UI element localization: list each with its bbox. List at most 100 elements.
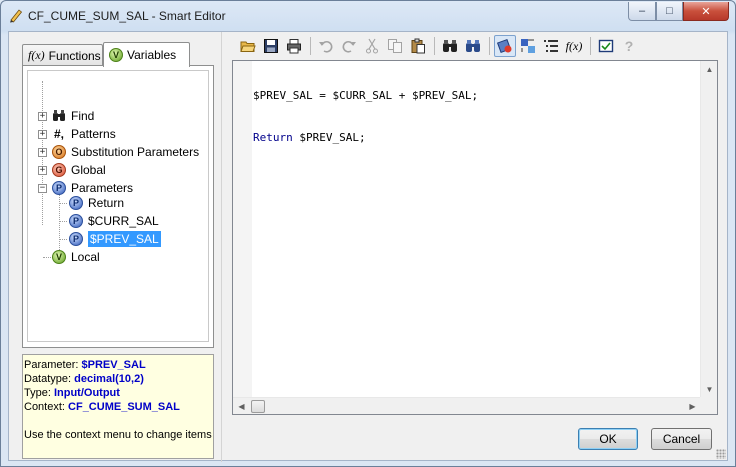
tree-item-label: Parameters [71, 181, 134, 195]
close-button[interactable]: ✕ [683, 2, 729, 21]
scroll-right-icon[interactable]: ▶ [684, 398, 701, 415]
undo-icon[interactable] [315, 35, 337, 57]
window-title: CF_CUME_SUM_SAL - Smart Editor [28, 9, 226, 23]
function-wizard-icon[interactable]: f(x) [563, 35, 585, 57]
substitution-parameter-icon: O [52, 145, 66, 159]
parameter-icon: P [69, 214, 83, 228]
open-icon[interactable] [237, 35, 259, 57]
global-variable-icon: G [52, 163, 66, 177]
tree-item-prev-sal[interactable]: P $PREV_SAL [69, 230, 161, 248]
save-icon[interactable] [260, 35, 282, 57]
tree-item-patterns[interactable]: + #, Patterns [38, 125, 116, 143]
vertical-scrollbar[interactable]: ▲ ▼ [700, 61, 717, 398]
parameter-icon: P [52, 181, 66, 195]
code-line-text: $PREV_SAL; [292, 131, 366, 144]
smart-editor-window: CF_CUME_SUM_SAL - Smart Editor ‒ □ ✕ f(x… [0, 0, 736, 467]
info-value: $PREV_SAL [81, 359, 146, 371]
info-type: Type: Input/Output [24, 386, 212, 400]
tab-functions-label: Functions [48, 48, 101, 63]
parameter-icon: P [69, 196, 83, 210]
pattern-icon: #, [53, 127, 64, 141]
expand-icon[interactable]: + [38, 165, 47, 175]
info-value: CF_CUME_SUM_SAL [68, 401, 180, 413]
scroll-down-icon[interactable]: ▼ [701, 381, 718, 398]
tab-variables[interactable]: V Variables [103, 42, 190, 67]
replace-icon[interactable] [462, 35, 484, 57]
tree-item-label: Find [71, 109, 95, 123]
validate-icon[interactable] [595, 35, 617, 57]
collapse-icon[interactable]: − [38, 183, 47, 193]
code-text[interactable]: $PREV_SAL = $CURR_SAL + $PREV_SAL; Retur… [253, 61, 478, 173]
tree-item-substitution-parameters[interactable]: + O Substitution Parameters [38, 143, 199, 161]
tree-connector [60, 221, 67, 222]
info-panel: Parameter: $PREV_SAL Datatype: decimal(1… [22, 354, 214, 459]
show-smart-icon[interactable] [517, 35, 539, 57]
info-value: Input/Output [53, 387, 120, 399]
info-value: decimal(10,2) [74, 373, 144, 385]
tab-variables-label: Variables [127, 48, 177, 62]
scroll-up-icon[interactable]: ▲ [701, 61, 718, 78]
function-icon: f(x) [28, 48, 45, 62]
info-context: Context: CF_CUME_SUM_SAL [24, 400, 212, 414]
tree-connector [60, 239, 67, 240]
tree-item-global[interactable]: + G Global [38, 161, 106, 179]
code-line-text: $PREV_SAL = $CURR_SAL + $PREV_SAL; [253, 89, 479, 102]
info-hint: Use the context menu to change items [24, 429, 212, 441]
minimize-button[interactable]: ‒ [628, 2, 656, 21]
copy-icon[interactable] [384, 35, 406, 57]
code-line: $PREV_SAL = $CURR_SAL + $PREV_SAL; [253, 89, 478, 103]
variable-icon: V [109, 48, 123, 62]
code-editor[interactable]: $PREV_SAL = $CURR_SAL + $PREV_SAL; Retur… [232, 60, 718, 415]
tree-item-label: Substitution Parameters [71, 145, 200, 159]
show-variables-icon[interactable] [494, 35, 516, 57]
tree-item-label: Global [71, 163, 106, 177]
binoculars-icon [53, 110, 65, 121]
tree-item-local[interactable]: V Local [52, 248, 100, 266]
horizontal-scrollbar[interactable]: ◀ ▶ [233, 397, 701, 414]
toolbar-separator [489, 37, 490, 55]
cancel-button[interactable]: Cancel [651, 428, 712, 450]
ok-button[interactable]: OK [578, 428, 638, 450]
scroll-corner [700, 397, 717, 414]
pencil-icon [10, 9, 23, 23]
resize-grip[interactable] [716, 449, 726, 459]
tab-functions[interactable]: f(x) Functions [22, 44, 103, 66]
maximize-button[interactable]: □ [656, 2, 683, 21]
code-line: Return $PREV_SAL; [253, 131, 478, 145]
editor-gutter [233, 61, 252, 397]
tree-item-label: Local [71, 250, 100, 264]
scroll-thumb[interactable] [251, 400, 265, 413]
cut-icon[interactable] [361, 35, 383, 57]
find-icon[interactable] [439, 35, 461, 57]
info-label: Datatype: [24, 373, 72, 385]
variables-tree[interactable]: + Find + #, Patterns + O Substitution Pa… [27, 70, 209, 342]
local-variable-icon: V [52, 250, 66, 264]
help-icon[interactable]: ? [618, 35, 640, 57]
tree-item-label-selected: $PREV_SAL [88, 231, 161, 247]
info-label: Parameter: [24, 359, 79, 371]
tab-strip: f(x) Functions V Variables [22, 42, 202, 67]
toolbar-separator [434, 37, 435, 55]
expand-icon[interactable]: + [38, 147, 47, 157]
outline-icon[interactable] [540, 35, 562, 57]
keyword-token: Return [253, 131, 293, 144]
tree-item-label: Patterns [71, 127, 116, 141]
panel-splitter[interactable] [221, 32, 224, 462]
scroll-left-icon[interactable]: ◀ [233, 398, 250, 415]
paste-icon[interactable] [407, 35, 429, 57]
tree-item-curr-sal[interactable]: P $CURR_SAL [69, 212, 159, 230]
redo-icon[interactable] [338, 35, 360, 57]
tree-item-find[interactable]: + Find [38, 107, 94, 125]
tree-item-label: Return [88, 196, 125, 210]
expand-icon[interactable]: + [38, 111, 47, 121]
tree-item-label: $CURR_SAL [88, 214, 159, 228]
tree-item-return[interactable]: P Return [69, 194, 124, 212]
print-icon[interactable] [283, 35, 305, 57]
client-area: f(x) Functions V Variables + Find + #, P… [8, 31, 728, 462]
parameter-icon: P [69, 232, 83, 246]
info-datatype: Datatype: decimal(10,2) [24, 372, 212, 386]
expand-icon[interactable]: + [38, 129, 47, 139]
title-bar[interactable]: CF_CUME_SUM_SAL - Smart Editor ‒ □ ✕ [1, 1, 735, 31]
info-label: Context: [24, 401, 65, 413]
